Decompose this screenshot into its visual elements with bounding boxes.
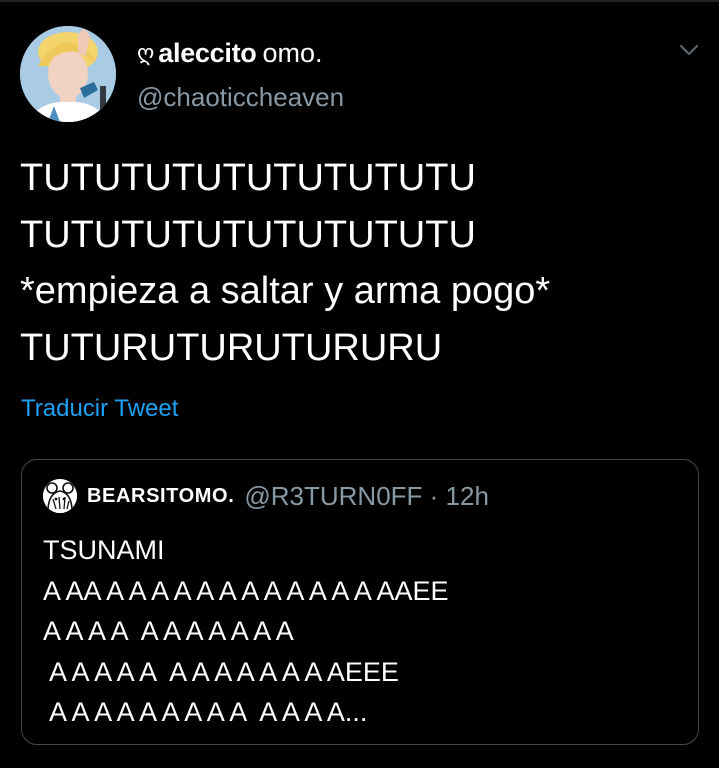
tweet-body-line: TUTUTUTUTUTUTUTUTU <box>20 213 476 256</box>
author-name[interactable]: ღ aleccito omo. <box>137 36 322 70</box>
quoted-body-line: A A A A A A A A A A A <box>43 616 294 646</box>
quoted-body-line: A AA A A A A A A A A A A A A AAEE <box>43 575 449 606</box>
tweet-body: TUTUTUTUTUTUTUTUTU TUTUTUTUTUTUTUTUTU *e… <box>20 150 700 376</box>
name-decoration: ღ <box>137 40 155 65</box>
tweet-card[interactable]: ღ aleccito omo. @chaoticcheaven TUTUTUTU… <box>0 0 719 768</box>
quoted-tweet-header: BEARSITOMO. @R3TURN0FF · 12h <box>43 479 489 513</box>
author-avatar[interactable] <box>20 26 116 122</box>
quoted-author-name: BEARSITOMO. <box>87 484 235 507</box>
quoted-tweet[interactable]: BEARSITOMO. @R3TURN0FF · 12h TSUNAMI A A… <box>21 459 699 745</box>
tweet-body-line: TUTURUTURUTURURU <box>20 326 443 369</box>
translate-tweet-link[interactable]: Traducir Tweet <box>21 395 178 423</box>
chevron-down-icon[interactable] <box>678 42 700 58</box>
tweet-body-line: TUTUTUTUTUTUTUTUTU <box>20 157 476 199</box>
author-name-bold: aleccito <box>158 37 257 68</box>
quoted-body-line: TSUNAMI <box>43 535 165 565</box>
quoted-tweet-body: TSUNAMI A AA A A A A A A A A A A A A AAE… <box>43 530 683 733</box>
quoted-author-avatar <box>43 479 77 513</box>
author-name-rest: omo. <box>262 37 323 68</box>
quoted-body-line: A A A A A A A A A A A A A... <box>43 697 368 727</box>
quoted-body-line: A A A A A A A A A A A A AEEE <box>43 656 399 687</box>
tweet-body-line: *empieza a saltar y arma pogo* <box>20 270 551 312</box>
quoted-author-handle: @R3TURN0FF · 12h <box>244 480 489 511</box>
author-handle[interactable]: @chaoticcheaven <box>137 82 344 113</box>
